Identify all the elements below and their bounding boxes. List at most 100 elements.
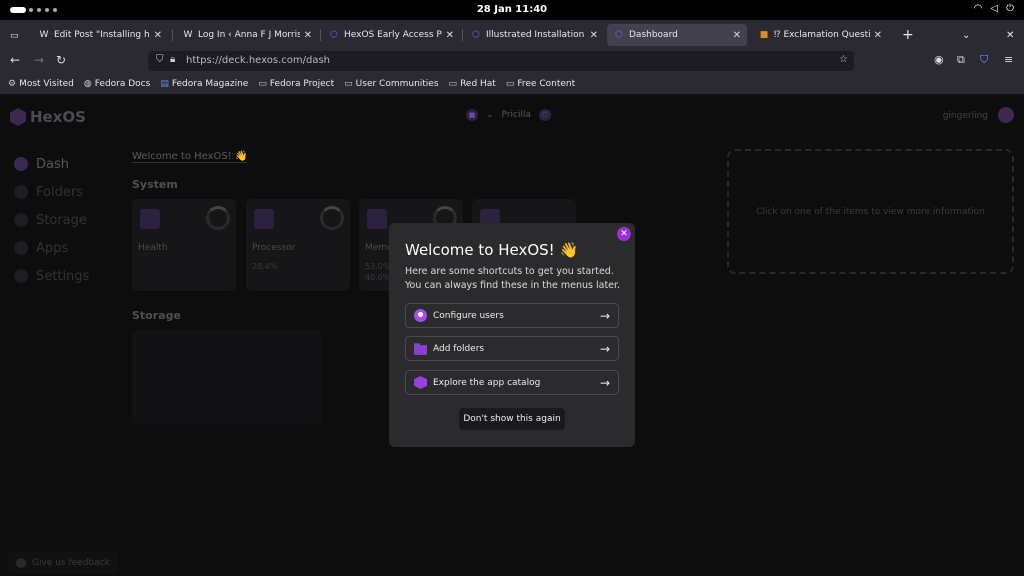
tab-illustrated-installation[interactable]: ⬡ Illustrated Installation Gu ✕ xyxy=(464,24,604,46)
bookmark-user-communities[interactable]: ▭ User Communities xyxy=(344,79,438,89)
close-tab-icon[interactable]: ✕ xyxy=(304,30,312,41)
site-favicon: ■ xyxy=(759,30,769,40)
welcome-modal: ✕ Welcome to HexOS! 👋 Here are some shor… xyxy=(389,223,635,447)
arrow-right-icon: → xyxy=(599,375,610,390)
wifi-icon: ◠ xyxy=(973,3,983,14)
sidebar-item-apps[interactable]: Apps xyxy=(14,234,89,262)
storage-section-label: Storage xyxy=(132,309,181,322)
folder-icon xyxy=(414,343,427,355)
feedback-button[interactable]: Give us feedback xyxy=(8,552,118,574)
plus-icon: + xyxy=(902,27,914,43)
explore-app-catalog-button[interactable]: Explore the app catalog → xyxy=(405,370,619,395)
tracking-shield-icon[interactable]: ⛉ xyxy=(156,54,164,65)
browser-navigation-bar: ← → ↻ ⛉ 🔒︎ https://deck.hexos.com/dash ☆… xyxy=(0,48,1024,74)
close-modal-button[interactable]: ✕ xyxy=(617,227,631,241)
apps-icon xyxy=(14,241,28,255)
gear-icon: ⚙ xyxy=(8,79,17,89)
avatar[interactable] xyxy=(998,107,1014,123)
storage-panel[interactable] xyxy=(132,330,322,424)
power-icon[interactable]: ⏻ xyxy=(538,109,551,121)
modal-title: Welcome to HexOS! 👋 xyxy=(405,241,579,259)
health-icon xyxy=(140,209,160,229)
close-tab-icon[interactable]: ✕ xyxy=(446,30,454,41)
info-panel: Click on one of the items to view more i… xyxy=(727,149,1014,274)
new-tab-button[interactable]: + xyxy=(896,24,916,46)
tab-label: HexOS Early Access Pr xyxy=(344,30,442,40)
welcome-link[interactable]: Welcome to HexOS! 👋 xyxy=(132,151,248,163)
tab-log-in[interactable]: W Log In ‹ Anna F J Morris — ✕ xyxy=(176,24,318,46)
hexagon-logo-icon xyxy=(10,108,26,126)
tab-edit-post[interactable]: W Edit Post "Installing hexo ✕ xyxy=(32,24,168,46)
system-tray[interactable]: ◠ ◁ ⏻ xyxy=(974,3,1014,14)
folder-icon: ▭ xyxy=(448,79,458,89)
tab-hexos-early-access[interactable]: ⬡ HexOS Early Access Pr ✕ xyxy=(322,24,460,46)
system-top-bar: 28 Jan 11:40 ◠ ◁ ⏻ xyxy=(0,0,1024,20)
package-icon xyxy=(414,376,427,389)
address-bar[interactable]: ⛉ 🔒︎ https://deck.hexos.com/dash ☆ xyxy=(148,51,854,71)
cpu-icon xyxy=(254,209,274,229)
ublock-shield-icon[interactable]: ⛉ xyxy=(980,53,988,67)
processor-card[interactable]: Processor 28.4% xyxy=(246,199,350,291)
close-tab-icon[interactable]: ✕ xyxy=(590,30,598,41)
arrow-right-icon: → xyxy=(599,308,610,323)
bookmark-fedora-magazine[interactable]: ▤ Fedora Magazine xyxy=(160,79,248,89)
hexos-favicon: ⬡ xyxy=(330,30,338,40)
tab-overview-icon: ▭ xyxy=(10,31,19,41)
tab-overview-button[interactable]: ▭ xyxy=(4,25,24,47)
sidebar-nav: Dash Folders Storage Apps Settings xyxy=(14,150,89,290)
forward-arrow-icon[interactable]: → xyxy=(34,53,44,67)
browser-tab-strip: ▭ W Edit Post "Installing hexo ✕ W Log I… xyxy=(0,20,1024,48)
account-icon[interactable]: ◉ xyxy=(934,53,944,66)
gear-icon xyxy=(14,269,28,283)
dont-show-again-button[interactable]: Don't show this again xyxy=(459,408,565,430)
close-tab-icon[interactable]: ✕ xyxy=(874,30,882,41)
server-name: Pricilla xyxy=(501,110,531,120)
bookmark-red-hat[interactable]: ▭ Red Hat xyxy=(449,79,496,89)
sidebar-item-dash[interactable]: Dash xyxy=(14,150,89,178)
sidebar-item-folders[interactable]: Folders xyxy=(14,178,89,206)
tab-exclamation-question[interactable]: ■ ⁉ Exclamation Question ✕ xyxy=(752,24,888,46)
bookmark-fedora-docs[interactable]: ◍ Fedora Docs xyxy=(84,79,150,89)
bookmarks-toolbar: ⚙ Most Visited ◍ Fedora Docs ▤ Fedora Magaz… xyxy=(0,74,1024,94)
server-selector[interactable]: ■ ⌄ Pricilla ⏻ xyxy=(466,109,551,121)
configure-users-button[interactable]: Configure users → xyxy=(405,303,619,328)
back-arrow-icon[interactable]: ← xyxy=(10,53,20,67)
server-icon: ■ xyxy=(466,109,478,121)
sidebar-item-settings[interactable]: Settings xyxy=(14,262,89,290)
folder-icon xyxy=(14,185,28,199)
lock-icon[interactable]: 🔒︎ xyxy=(170,54,175,65)
folder-icon: ▭ xyxy=(258,79,267,89)
system-clock[interactable]: 28 Jan 11:40 xyxy=(0,4,1024,15)
folder-icon: ▭ xyxy=(344,79,353,89)
bookmark-free-content[interactable]: ▭ Free Content xyxy=(506,79,575,89)
hexos-favicon: ⬡ xyxy=(472,30,480,40)
bookmark-star-icon[interactable]: ☆ xyxy=(839,54,848,65)
chevron-down-icon: ⌄ xyxy=(486,110,494,120)
folder-icon: ▭ xyxy=(505,79,515,89)
wordpress-icon: W xyxy=(183,30,193,40)
url-text[interactable]: https://deck.hexos.com/dash xyxy=(186,55,330,66)
dash-icon xyxy=(14,157,28,171)
hexos-logo[interactable]: HexOS xyxy=(10,108,86,126)
system-section-label: System xyxy=(132,178,178,191)
sidebar-item-storage[interactable]: Storage xyxy=(14,206,89,234)
health-card[interactable]: Health xyxy=(132,199,236,291)
close-icon: ✕ xyxy=(1006,29,1015,41)
menu-icon[interactable]: ≡ xyxy=(1004,53,1013,66)
processor-ring xyxy=(320,206,344,230)
close-tab-icon[interactable]: ✕ xyxy=(154,30,162,41)
bookmark-most-visited[interactable]: ⚙ Most Visited xyxy=(8,79,74,89)
tab-label: ⁉ Exclamation Question xyxy=(774,30,870,40)
storage-icon xyxy=(14,213,28,227)
reload-icon[interactable]: ↻ xyxy=(56,53,66,67)
list-tabs-button[interactable]: ⌄ xyxy=(956,24,976,46)
close-icon: ✕ xyxy=(620,229,628,239)
bookmark-fedora-project[interactable]: ▭ Fedora Project xyxy=(258,79,334,89)
close-tab-icon[interactable]: ✕ xyxy=(733,30,741,41)
extensions-icon[interactable]: ⧉ xyxy=(957,53,965,67)
modal-description: Here are some shortcuts to get you start… xyxy=(405,266,621,291)
tab-dashboard[interactable]: ⬡ Dashboard ✕ xyxy=(607,24,747,46)
close-window-button[interactable]: ✕ xyxy=(1000,24,1020,46)
username[interactable]: gingerling xyxy=(943,111,988,121)
add-folders-button[interactable]: Add folders → xyxy=(405,336,619,361)
